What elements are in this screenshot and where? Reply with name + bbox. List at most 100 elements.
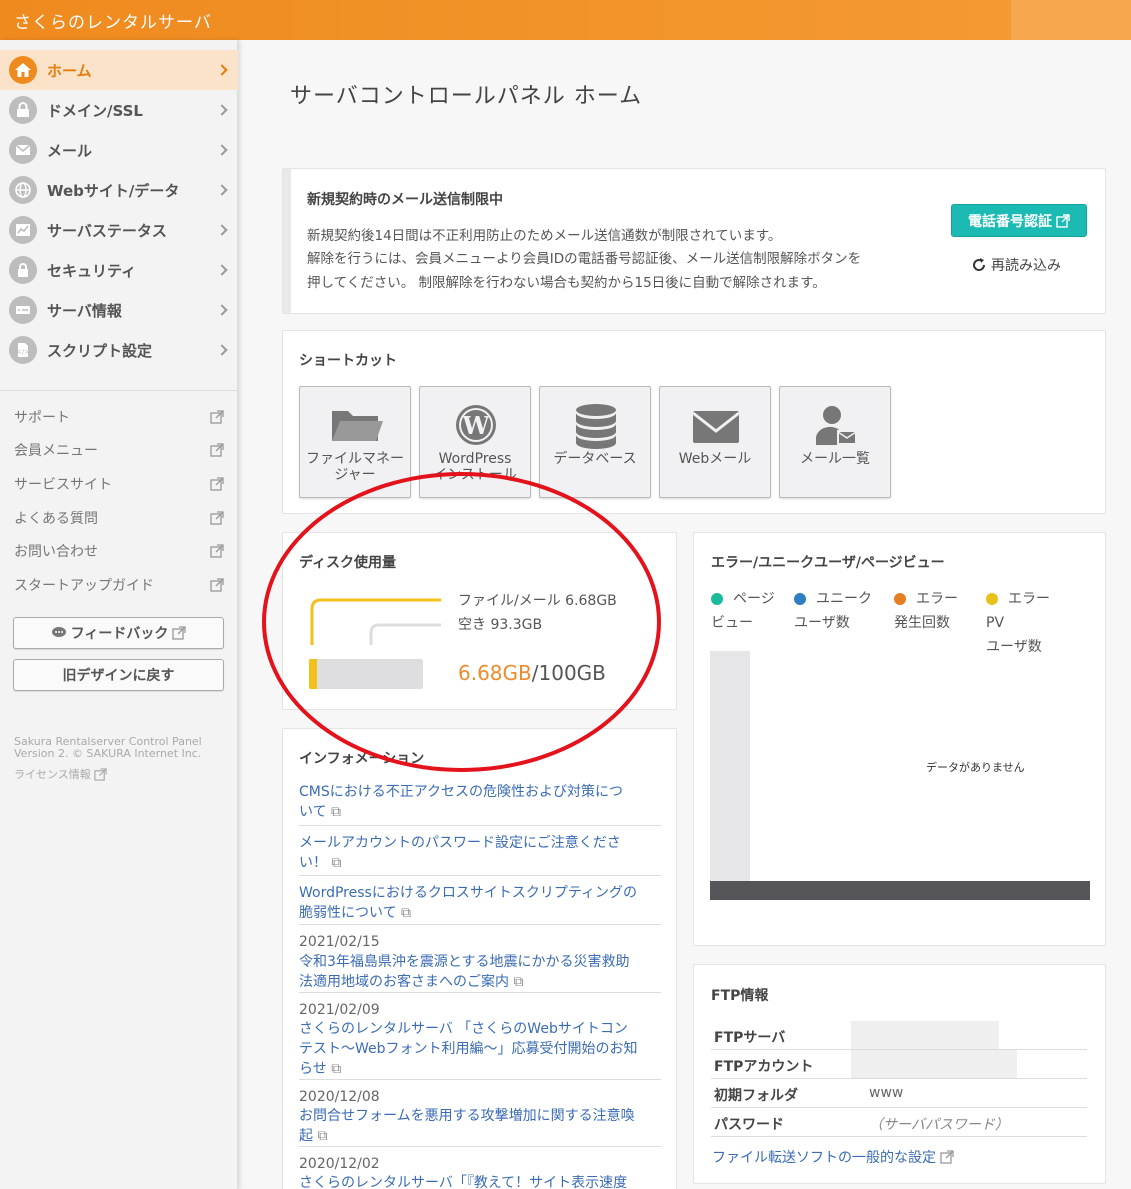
sidebar-item-mail[interactable]: メール	[0, 130, 238, 170]
sidebar-item-website[interactable]: Webサイト/データ	[0, 170, 238, 210]
ftp-info-panel: FTP情報 FTPサーバ FTPアカウント 初期フォルダ www パスワード （…	[693, 964, 1106, 1184]
info-divider	[299, 924, 661, 925]
shortcut-title: ショートカット	[299, 353, 397, 369]
link-label: 会員メニュー	[14, 443, 98, 459]
info-item-link[interactable]: メールアカウントのパスワード設定にご注意くださ い！ ⧉	[299, 833, 659, 873]
page-title: サーバコントロールパネル ホーム	[290, 84, 643, 109]
notice-line: 新規契約後14日間は不正利用防止のためメール送信通数が制限されています。	[307, 228, 782, 244]
ftp-row-account: FTPアカウント	[711, 1050, 1087, 1079]
shortcut-wordpress-install[interactable]: W WordPress インストール	[419, 386, 531, 498]
notice-title: 新規契約時のメール送信制限中	[307, 192, 503, 208]
globe-icon	[9, 176, 37, 204]
external-link-icon	[210, 578, 224, 592]
disk-usage-title: ディスク使用量	[299, 555, 397, 571]
notice-line: 解除を行うには、会員メニューより会員IDの電話番号認証後、メール送信制限解除ボタ…	[307, 251, 862, 267]
disk-usage-bar-fill	[309, 659, 317, 689]
access-chart-panel: エラー/ユニークユーザ/ページビュー ページ ビュー ユニーク ユーザ数 エラー 発生…	[693, 532, 1106, 946]
external-link-icon	[172, 626, 187, 640]
server-icon	[9, 296, 37, 324]
external-link-icon: ⧉	[513, 974, 524, 990]
sidebar-link-service-site[interactable]: サービスサイト	[14, 471, 224, 497]
sidebar-link-faq[interactable]: よくある質問	[14, 505, 224, 531]
ftp-key: パスワード	[714, 1117, 784, 1133]
sidebar-link-member-menu[interactable]: 会員メニュー	[14, 437, 224, 463]
link-label: サポート	[14, 410, 70, 426]
sidebar-item-label: ドメイン/SSL	[47, 101, 143, 120]
reload-label: 再読み込み	[991, 258, 1061, 274]
chart-x-axis-area	[710, 881, 1090, 900]
link-label: お問い合わせ	[14, 544, 98, 560]
ftp-server-masked	[851, 1021, 999, 1049]
info-item-link[interactable]: さくらのレンタルサーバ 「さくらのWebサイトコン テスト～Webフォント利用編～…	[299, 1019, 659, 1079]
license-link[interactable]: ライセンス情報	[14, 768, 107, 781]
sidebar-link-support[interactable]: サポート	[14, 404, 224, 430]
sidebar-item-home[interactable]: ホーム	[0, 50, 238, 90]
sidebar-link-contact[interactable]: お問い合わせ	[14, 538, 224, 564]
notice-accent-bar	[283, 169, 291, 313]
info-item-link[interactable]: CMSにおける不正アクセスの危険性および対策につ いて ⧉	[299, 782, 659, 822]
info-item-link[interactable]: WordPressにおけるクロスサイトスクリプティングの 脆弱性について ⧉	[299, 883, 659, 923]
shortcut-label: データベース	[553, 451, 637, 467]
link-label: スタートアップガイド	[14, 578, 154, 594]
external-link-icon	[210, 443, 224, 457]
chevron-right-icon	[216, 144, 228, 156]
sidebar-item-label: セキュリティ	[47, 261, 137, 280]
sidebar-item-label: メール	[47, 141, 93, 160]
info-item-link[interactable]: お問合せフォームを悪用する攻撃増加に関する注意喚起 ⧉	[299, 1106, 659, 1146]
info-date: 2021/02/09	[299, 1002, 380, 1018]
brand-logo[interactable]: さくらのレンタルサーバ	[14, 8, 212, 33]
ftp-settings-label: ファイル転送ソフトの一般的な設定	[712, 1150, 936, 1166]
info-item-link[interactable]: さくらのレンタルサーバ「『教えて！サイト表示速度	[299, 1173, 659, 1189]
old-design-button[interactable]: 旧デザインに戻す	[13, 659, 224, 691]
external-link-icon: ⧉	[331, 804, 342, 820]
reload-button[interactable]: 再読み込み	[971, 255, 1061, 275]
shortcut-database[interactable]: データベース	[539, 386, 651, 498]
sidebar-item-server-status[interactable]: サーバステータス	[0, 210, 238, 250]
info-item-link[interactable]: 令和3年福島県沖を震源とする地震にかかる災害救助 法適用地域のお客さまへのご案内 …	[299, 952, 659, 992]
sidebar-divider	[0, 390, 238, 391]
sidebar-link-startup-guide[interactable]: スタートアップガイド	[14, 572, 224, 598]
ftp-row-server: FTPサーバ	[711, 1021, 1087, 1050]
chat-bubble-icon	[51, 627, 66, 637]
shortcut-label: WordPress インストール	[433, 451, 517, 483]
legend-unique-user[interactable]: ユニーク ユーザ数	[794, 587, 874, 635]
info-date: 2021/02/15	[299, 934, 380, 950]
external-link-icon	[94, 768, 107, 781]
phone-verify-button[interactable]: 電話番号認証	[951, 204, 1087, 237]
legend-error-pv[interactable]: エラーPV ユーザ数	[986, 587, 1066, 659]
chart-no-data-text: データがありません	[926, 761, 1025, 774]
shortcut-file-manager[interactable]: ファイルマネー ジャー	[299, 386, 411, 498]
ftp-settings-link[interactable]: ファイル転送ソフトの一般的な設定	[712, 1147, 954, 1167]
sidebar-item-label: スクリプト設定	[47, 341, 153, 360]
legend-pageview[interactable]: ページ ビュー	[711, 587, 791, 635]
ftp-title: FTP情報	[711, 988, 769, 1004]
svg-text:</>: </>	[16, 348, 30, 356]
external-link-icon	[210, 410, 224, 424]
sidebar-item-label: ホーム	[47, 61, 92, 80]
envelope-icon	[692, 411, 740, 443]
legend-error[interactable]: エラー 発生回数	[894, 587, 974, 635]
external-link-icon	[940, 1150, 954, 1164]
sidebar-item-server-info[interactable]: サーバ情報	[0, 290, 238, 330]
sidebar-item-script[interactable]: </> スクリプト設定	[0, 330, 238, 370]
disk-free-label: 空き 93.3GB	[458, 617, 543, 633]
disk-file-mail-label: ファイル/メール 6.68GB	[458, 593, 617, 609]
disk-total-value: /100GB	[531, 661, 606, 685]
external-link-icon	[210, 544, 224, 558]
notice-line: 押してください。 制限解除を行わない場合も契約から15日後に自動で解除されます。	[307, 275, 826, 291]
sidebar-item-domain[interactable]: ドメイン/SSL	[0, 90, 238, 130]
external-link-icon: ⧉	[331, 1061, 342, 1077]
chevron-right-icon	[216, 264, 228, 276]
feedback-label: フィードバック	[70, 626, 169, 642]
sidebar: ホーム ドメイン/SSL メール Webサイト/データ サーバステータス セキュ	[0, 40, 238, 1189]
external-link-icon: ⧉	[401, 905, 412, 921]
disk-legend-lines	[310, 598, 441, 645]
feedback-button[interactable]: フィードバック	[13, 617, 224, 649]
chevron-right-icon	[216, 64, 228, 76]
ftp-key: FTPサーバ	[714, 1030, 786, 1046]
sidebar-item-label: Webサイト/データ	[47, 181, 180, 200]
shortcut-mail-list[interactable]: メール一覧	[779, 386, 891, 498]
sidebar-item-security[interactable]: セキュリティ	[0, 250, 238, 290]
shortcut-webmail[interactable]: Webメール	[659, 386, 771, 498]
disk-usage-panel: ディスク使用量 ファイル/メール 6.68GB 空き 93.3GB 6.68GB…	[282, 532, 677, 710]
